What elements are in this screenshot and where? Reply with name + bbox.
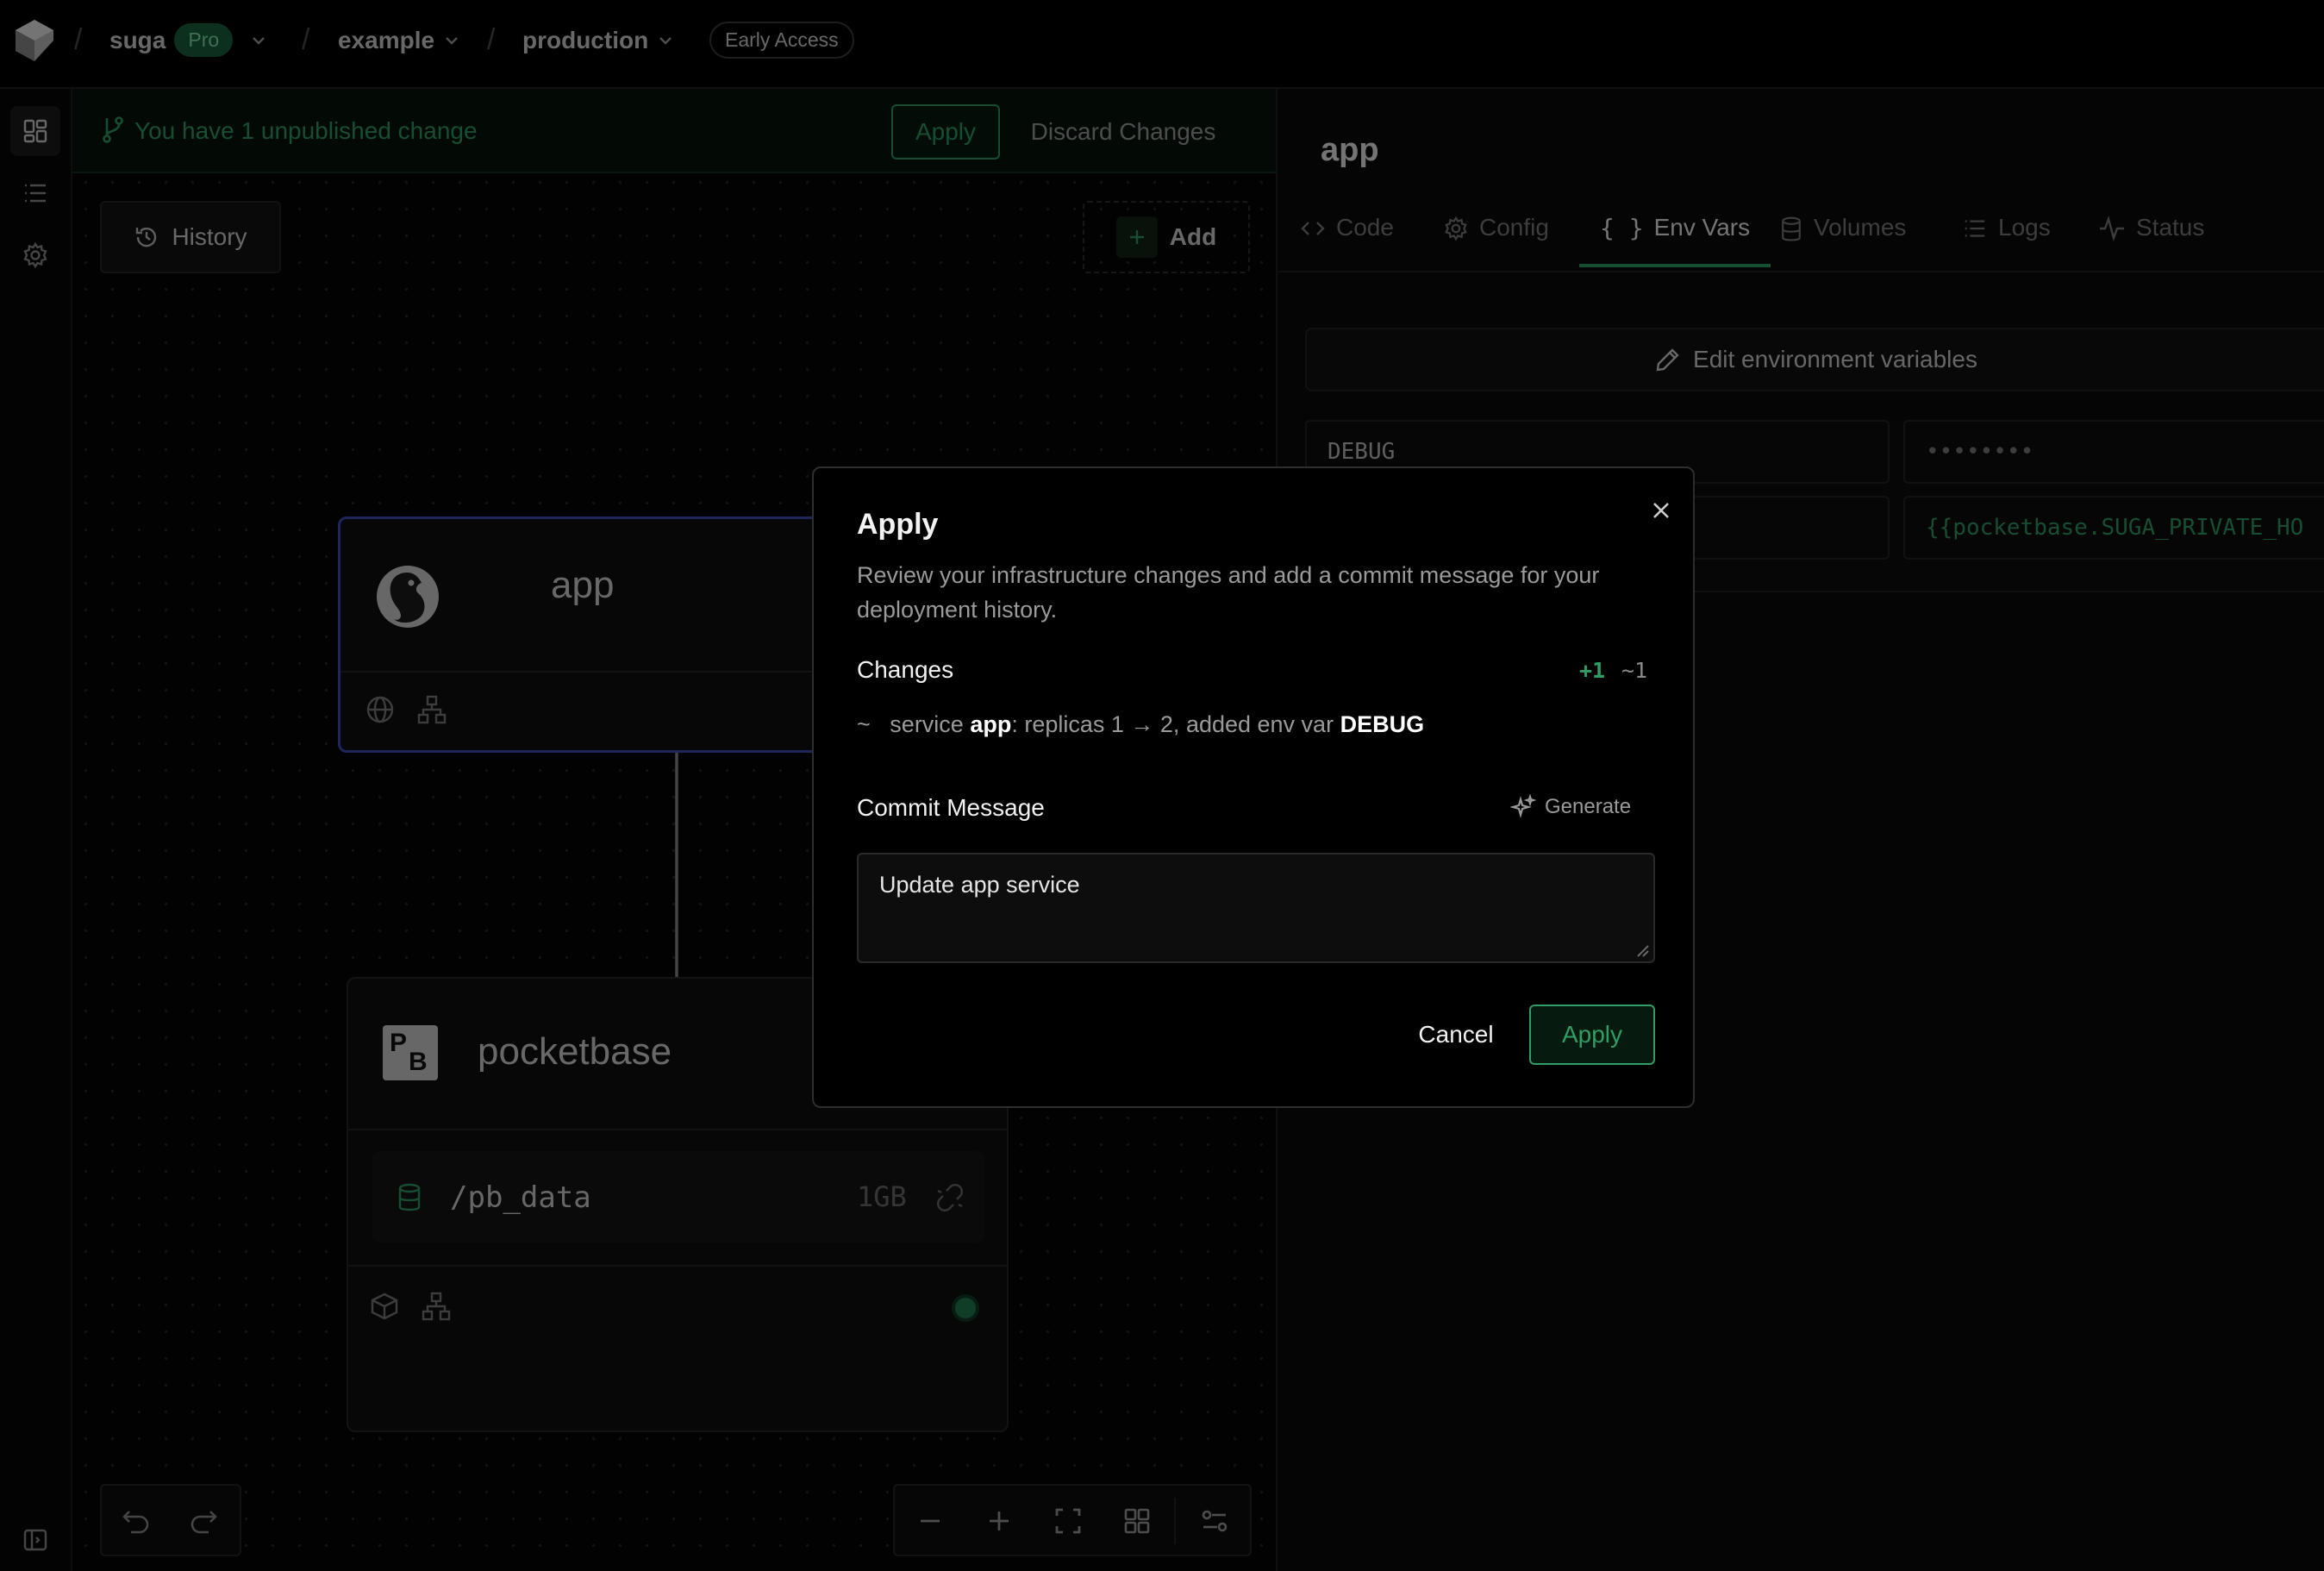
dialog-title: Apply [857, 508, 939, 541]
dialog-description: Review your infrastructure changes and a… [857, 562, 1600, 623]
change-prefix: service [890, 711, 964, 737]
apply-button[interactable]: Apply [1529, 1005, 1655, 1065]
close-icon[interactable] [1649, 498, 1673, 523]
added-count: +1 [1579, 658, 1606, 683]
change-marker: ~ [857, 711, 871, 737]
apply-dialog: Apply Review your infrastructure changes… [812, 466, 1695, 1108]
change-detail: : replicas 1 → 2, added env var [1011, 711, 1334, 737]
commit-message-label: Commit Message [857, 794, 1045, 821]
cancel-button[interactable]: Cancel [1388, 1005, 1524, 1065]
change-var: DEBUG [1340, 711, 1425, 737]
generate-label: Generate [1545, 795, 1632, 818]
resize-handle-icon[interactable] [1636, 944, 1650, 958]
change-service: app [970, 711, 1012, 737]
sparkles-icon [1510, 794, 1536, 820]
commit-message-value: Update app service [879, 872, 1080, 898]
modified-count: ~1 [1621, 658, 1648, 683]
changes-label: Changes [857, 656, 954, 683]
change-item: ~ service app: replicas 1 → 2, added env… [857, 711, 1424, 738]
generate-button[interactable]: Generate [1510, 786, 1631, 829]
commit-message-input[interactable]: Update app service [857, 853, 1655, 963]
